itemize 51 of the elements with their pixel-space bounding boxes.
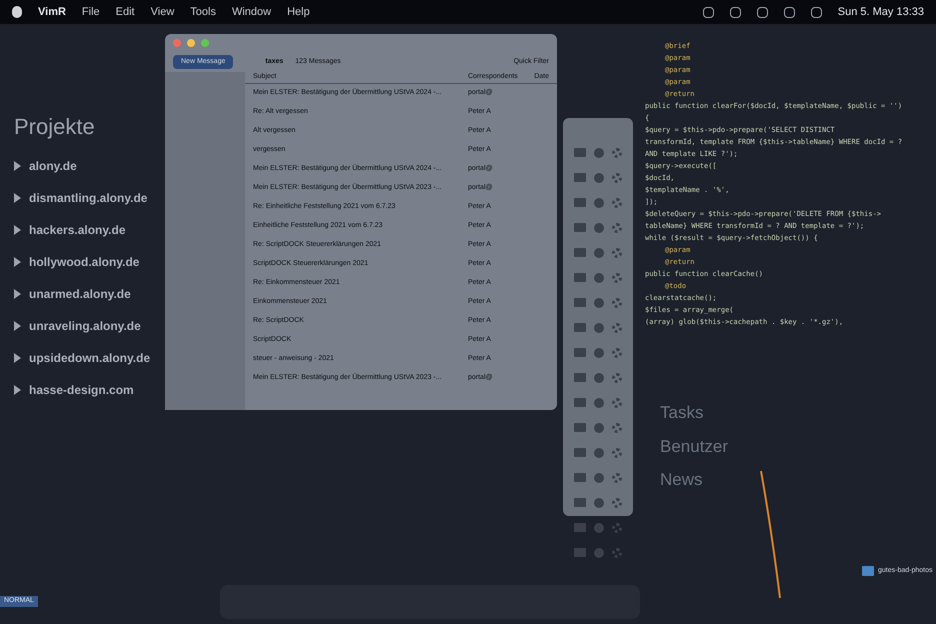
globe-icon[interactable] xyxy=(594,498,604,508)
globe-icon[interactable] xyxy=(594,298,604,308)
globe-icon[interactable] xyxy=(594,398,604,408)
globe-icon[interactable] xyxy=(594,348,604,358)
globe-icon[interactable] xyxy=(594,323,604,333)
disclosure-triangle-icon[interactable] xyxy=(14,321,21,331)
menu-item[interactable]: Edit xyxy=(116,4,135,20)
globe-icon[interactable] xyxy=(594,223,604,233)
project-item[interactable]: unarmed.alony.de xyxy=(29,285,131,303)
globe-icon[interactable] xyxy=(594,473,604,483)
menu-item[interactable]: File xyxy=(82,4,100,20)
project-item[interactable]: unraveling.alony.de xyxy=(29,317,141,335)
globe-icon[interactable] xyxy=(594,273,604,283)
globe-icon[interactable] xyxy=(594,198,604,208)
menu-item[interactable]: Tools xyxy=(190,4,216,20)
nav-item[interactable]: News xyxy=(660,467,703,492)
folder-icon[interactable] xyxy=(862,566,874,576)
disclosure-triangle-icon[interactable] xyxy=(14,193,21,203)
globe-icon[interactable] xyxy=(594,548,604,558)
disclosure-triangle-icon[interactable] xyxy=(14,161,21,171)
nav-item[interactable]: Tasks xyxy=(660,400,704,426)
projects-title: Projekte xyxy=(14,113,95,141)
disclosure-triangle-icon[interactable] xyxy=(14,257,21,267)
disclosure-triangle-icon[interactable] xyxy=(14,225,21,235)
menu-item[interactable]: Window xyxy=(232,4,272,20)
menu-item[interactable]: View xyxy=(150,4,174,20)
app-menu[interactable]: VimR xyxy=(38,4,66,20)
globe-icon[interactable] xyxy=(594,423,604,433)
disclosure-triangle-icon[interactable] xyxy=(14,289,21,299)
project-item[interactable]: upsidedown.alony.de xyxy=(29,349,150,367)
status-icon[interactable] xyxy=(730,6,741,18)
status-icon[interactable] xyxy=(756,6,768,18)
globe-icon[interactable] xyxy=(594,448,604,458)
globe-icon[interactable] xyxy=(594,148,604,158)
disclosure-triangle-icon[interactable] xyxy=(14,353,21,363)
project-item[interactable]: hasse-design.com xyxy=(29,381,134,399)
menu-item[interactable]: Help xyxy=(287,4,310,20)
nav-item[interactable]: Benutzer xyxy=(660,434,728,459)
status-icon[interactable] xyxy=(784,6,795,18)
project-item[interactable]: hollywood.alony.de xyxy=(29,253,140,271)
disclosure-triangle-icon[interactable] xyxy=(14,385,21,395)
project-item[interactable]: alony.de xyxy=(29,157,77,175)
globe-icon[interactable] xyxy=(594,173,604,183)
globe-icon[interactable] xyxy=(594,373,604,383)
project-item[interactable]: dismantling.alony.de xyxy=(29,189,148,207)
status-icon[interactable] xyxy=(702,6,714,18)
globe-icon[interactable] xyxy=(594,523,604,533)
project-item[interactable]: hackers.alony.de xyxy=(29,221,126,239)
clock: Sun 5. May 13:33 xyxy=(838,4,924,20)
globe-icon[interactable] xyxy=(594,248,604,258)
status-icon[interactable] xyxy=(810,6,822,18)
